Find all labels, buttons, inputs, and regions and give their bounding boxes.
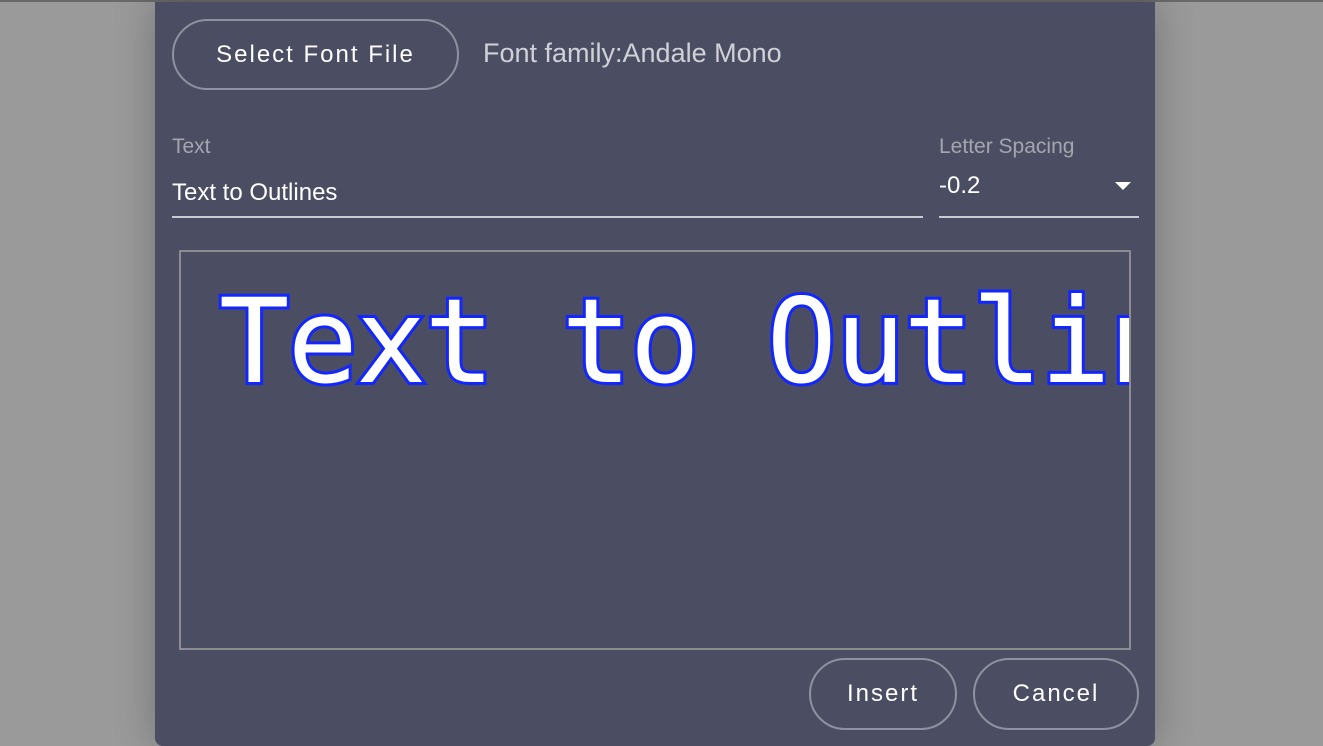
text-to-outlines-dialog: Select Font File Font family:Andale Mono… — [155, 2, 1155, 746]
letter-spacing-label: Letter Spacing — [939, 135, 1075, 158]
select-font-file-button[interactable]: Select Font File — [172, 19, 459, 90]
letter-spacing-value: -0.2 — [939, 172, 981, 199]
text-input[interactable] — [172, 170, 923, 218]
cancel-button[interactable]: Cancel — [973, 658, 1139, 730]
outline-preview-area: Text to Outlines — [179, 250, 1131, 650]
preview-canvas: Text to Outlines — [216, 270, 1129, 413]
insert-button[interactable]: Insert — [809, 658, 957, 730]
font-family-label: Font family:Andale Mono — [483, 38, 782, 68]
text-field-label: Text — [172, 135, 211, 158]
letter-spacing-select[interactable]: -0.2 — [939, 170, 1139, 218]
preview-outlined-text: Text to Outlines — [219, 273, 1129, 410]
chevron-down-icon[interactable] — [1115, 182, 1131, 190]
